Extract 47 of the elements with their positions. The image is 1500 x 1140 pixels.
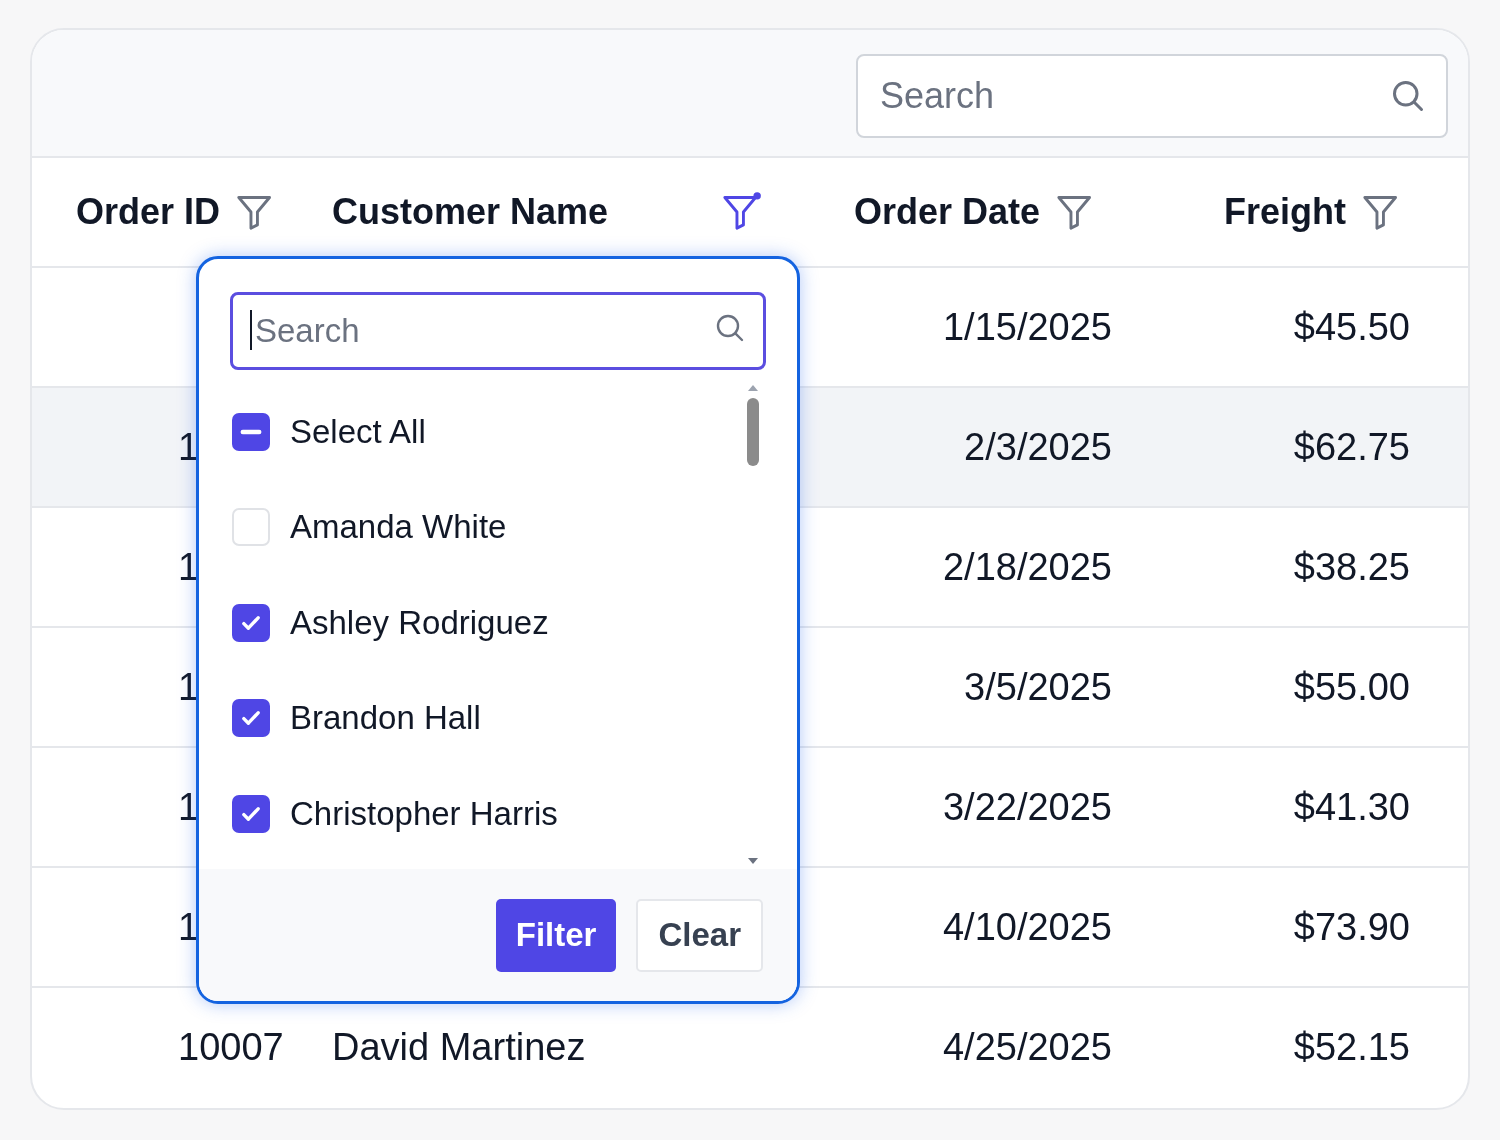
table-cell: 1 (178, 665, 200, 708)
clear-button[interactable]: Clear (636, 898, 763, 972)
table-cell: David Martinez (332, 1025, 586, 1068)
column-header[interactable]: Order ID (76, 191, 221, 233)
checkbox-label[interactable]: Christopher Harris (290, 794, 558, 833)
table-cell: 4/25/2025 (942, 1025, 1112, 1068)
table-cell: $38.25 (1293, 545, 1410, 588)
table-cell: 3/22/2025 (942, 785, 1112, 828)
table-cell: 4/10/2025 (942, 905, 1112, 948)
table-cell: 1 (178, 785, 200, 828)
column-header[interactable]: Freight (1224, 191, 1346, 233)
scrollbar-thumb[interactable] (747, 398, 759, 466)
table-cell: $62.75 (1293, 425, 1410, 468)
checkbox[interactable] (232, 603, 270, 642)
checkbox[interactable] (232, 508, 270, 547)
filter-icon[interactable] (720, 191, 762, 233)
table-cell: 3/5/2025 (964, 665, 1112, 708)
search-icon (714, 312, 746, 344)
table-cell: $41.30 (1293, 785, 1410, 828)
checkbox-label[interactable]: Select All (290, 412, 426, 451)
minus-icon (240, 428, 262, 435)
table-cell: $73.90 (1293, 905, 1410, 948)
scroll-up-icon[interactable] (747, 384, 759, 392)
checkbox-label[interactable]: Amanda White (290, 508, 507, 547)
column-header[interactable]: Order Date (854, 191, 1041, 233)
table-cell: $55.00 (1293, 665, 1410, 708)
table-cell: 1 (178, 905, 200, 948)
table-row[interactable]: 10007 David Martinez 4/25/2025 $52.15 (32, 988, 1468, 1106)
checkbox-label[interactable]: Brandon Hall (290, 699, 481, 738)
table-cell: $45.50 (1293, 305, 1410, 348)
table-cell: $52.15 (1293, 1025, 1410, 1068)
table-cell: 1/15/2025 (942, 305, 1112, 348)
table-cell: 2/3/2025 (964, 425, 1112, 468)
checkbox[interactable] (232, 794, 270, 833)
search-icon (1390, 78, 1426, 114)
checkbox[interactable] (232, 699, 270, 738)
table-cell: 10007 (178, 1025, 284, 1068)
filter-button[interactable]: Filter (495, 898, 617, 972)
column-header[interactable]: Customer Name (332, 191, 609, 233)
table-cell: 1 (178, 545, 200, 588)
checkbox-label[interactable]: Ashley Rodriguez (290, 603, 549, 642)
search-field[interactable]: Search (230, 292, 766, 370)
table-cell: 2/18/2025 (942, 545, 1112, 588)
checkbox[interactable] (232, 412, 270, 451)
text-cursor (250, 310, 252, 350)
table-cell: 1 (178, 425, 200, 468)
scroll-down-icon[interactable] (747, 857, 759, 865)
